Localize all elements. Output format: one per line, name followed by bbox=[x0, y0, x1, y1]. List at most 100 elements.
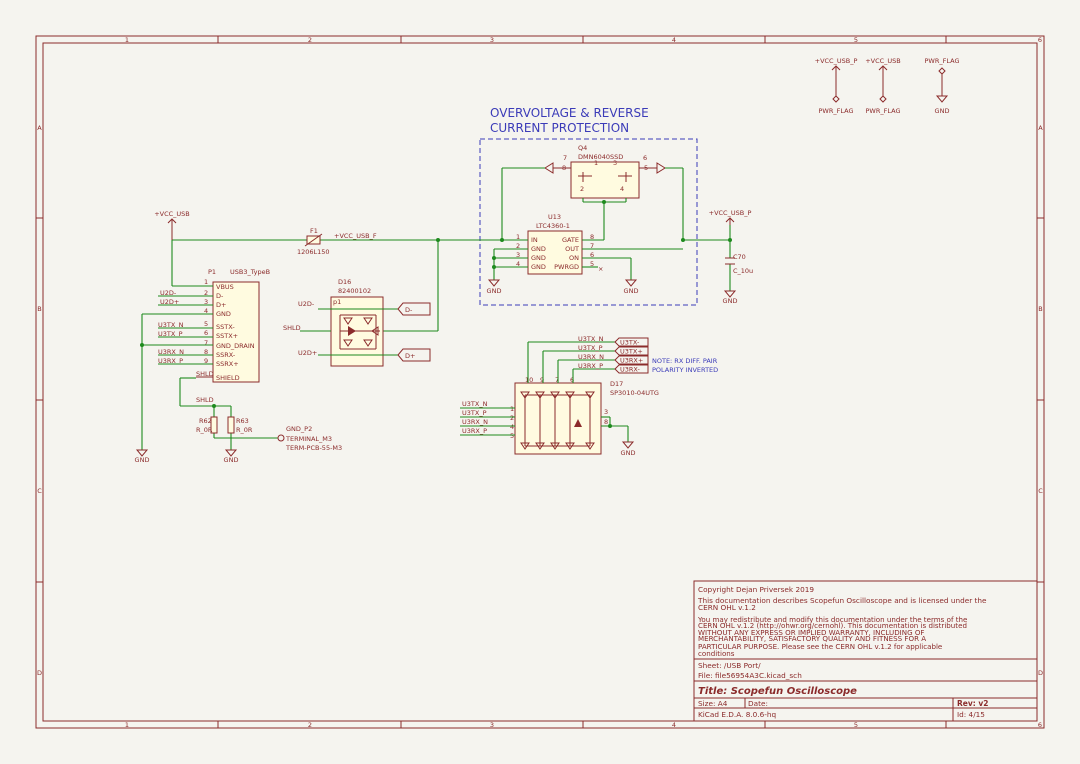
col-label: 5 bbox=[854, 36, 858, 44]
svg-text:U3RX+: U3RX+ bbox=[620, 357, 643, 365]
hier-label-d-plus[interactable]: D+ bbox=[397, 348, 431, 362]
q4-pin-arrow bbox=[544, 162, 554, 174]
gnd-symbol: GND bbox=[723, 290, 737, 305]
svg-text:U3TX_N: U3TX_N bbox=[578, 335, 604, 343]
power-flag-label: GND bbox=[935, 107, 950, 115]
svg-text:GND: GND bbox=[531, 245, 546, 253]
svg-text:OUT: OUT bbox=[565, 245, 579, 253]
svg-text:U3RX_P: U3RX_P bbox=[578, 362, 603, 370]
svg-text:5: 5 bbox=[510, 432, 514, 440]
svg-text:D17: D17 bbox=[610, 380, 623, 388]
net-vcc-usb-f: +VCC_USB_F bbox=[334, 232, 377, 240]
col-label: 2 bbox=[308, 36, 312, 44]
svg-text:GND: GND bbox=[487, 287, 502, 295]
svg-text:1: 1 bbox=[204, 278, 208, 286]
f1-fuse[interactable]: F1 1206L150 bbox=[297, 227, 330, 256]
svg-text:VBUS: VBUS bbox=[216, 283, 234, 291]
u13-ic[interactable]: U13 LTC4360-1 IN GND GND GND GATE OUT ON… bbox=[516, 213, 603, 275]
svg-text:6: 6 bbox=[643, 154, 647, 162]
svg-text:GND: GND bbox=[531, 263, 546, 271]
svg-text:U3TX_P: U3TX_P bbox=[578, 344, 603, 352]
hier-label-u3tx-minus[interactable]: U3TX- bbox=[614, 337, 649, 347]
f1-ref: F1 bbox=[310, 227, 318, 235]
row-label: C bbox=[1038, 487, 1043, 495]
p1-ref: P1 bbox=[208, 268, 216, 276]
svg-text:GND_DRAIN: GND_DRAIN bbox=[216, 342, 255, 350]
svg-text:R62: R62 bbox=[199, 417, 212, 425]
power-flag-vcc-usb-p[interactable]: +VCC_USB_P PWR_FLAG bbox=[815, 57, 858, 115]
gnd-symbol: GND bbox=[487, 279, 502, 295]
svg-text:3: 3 bbox=[604, 408, 608, 416]
r62-resistor[interactable]: R62 R_0R bbox=[196, 416, 218, 434]
terminal-m3[interactable]: GND_P2 TERMINAL_M3 TERM-PCB-55-M3 bbox=[277, 425, 342, 452]
col-label: 2 bbox=[308, 721, 312, 729]
svg-text:4: 4 bbox=[620, 185, 624, 193]
col-label: 3 bbox=[490, 721, 494, 729]
row-label: A bbox=[1038, 124, 1043, 132]
col-label: 1 bbox=[125, 36, 129, 44]
tb-sheet: Sheet: /USB Port/ bbox=[698, 661, 761, 670]
tb-date: Date: bbox=[748, 699, 768, 708]
q4-ref: Q4 bbox=[578, 144, 587, 152]
svg-text:D-: D- bbox=[405, 306, 413, 314]
d16-esd-diode[interactable]: D16 82400102 p1 U2D- SHLD U2D+ bbox=[283, 278, 384, 367]
svg-text:GND: GND bbox=[624, 287, 639, 295]
c70-capacitor[interactable]: C70 C_10u bbox=[725, 253, 753, 275]
q4-mosfet[interactable]: Q4 DMN6040SSD 7 8 1 2 3 4 6 5 bbox=[544, 144, 666, 199]
gnd-symbol: GND bbox=[135, 449, 149, 464]
svg-text:8: 8 bbox=[604, 418, 608, 426]
gnd-symbol: GND bbox=[621, 441, 635, 457]
svg-text:7: 7 bbox=[204, 339, 208, 347]
col-label: 6 bbox=[1038, 36, 1042, 44]
svg-text:SHIELD: SHIELD bbox=[216, 374, 240, 382]
q4-pin-arrow bbox=[656, 162, 666, 174]
col-label: 6 bbox=[1038, 721, 1042, 729]
shld-net-label: SHLD bbox=[196, 396, 214, 404]
power-vcc-usb-p[interactable]: +VCC_USB_P bbox=[709, 209, 752, 225]
u13-ref: U13 bbox=[548, 213, 561, 221]
svg-text:PWRGD: PWRGD bbox=[554, 263, 579, 271]
svg-text:U3RX_N: U3RX_N bbox=[578, 353, 604, 361]
top-net-labels: U3TX_N U3TX_P U3RX_N U3RX_P bbox=[578, 335, 604, 370]
svg-text:D+: D+ bbox=[216, 301, 226, 309]
col-label: 4 bbox=[672, 36, 676, 44]
svg-text:U3RX_P: U3RX_P bbox=[462, 427, 487, 435]
svg-text:D16: D16 bbox=[338, 278, 351, 286]
row-label: D bbox=[1038, 669, 1043, 677]
p1-usb3-connector[interactable]: P1 USB3_TypeB VBUS D- D+ GND SSTX- SSTX+… bbox=[158, 268, 270, 383]
power-flag-label: PWR_FLAG bbox=[819, 107, 854, 115]
hier-label-d-minus[interactable]: D- bbox=[397, 302, 431, 316]
svg-text:SSTX+: SSTX+ bbox=[216, 332, 238, 340]
hier-label-u3rx-plus[interactable]: U3RX+ bbox=[614, 355, 649, 365]
row-label: C bbox=[37, 487, 42, 495]
tb-notice: conditions bbox=[698, 649, 735, 658]
svg-text:IN: IN bbox=[531, 236, 538, 244]
power-flag-gnd[interactable]: PWR_FLAG GND bbox=[925, 57, 960, 115]
svg-text:SHLD: SHLD bbox=[283, 324, 301, 332]
svg-text:D-: D- bbox=[216, 292, 224, 300]
svg-text:5: 5 bbox=[204, 320, 208, 328]
svg-text:U3TX+: U3TX+ bbox=[620, 348, 643, 356]
svg-text:GND_P2: GND_P2 bbox=[286, 425, 312, 433]
svg-text:GATE: GATE bbox=[562, 236, 579, 244]
power-flag-vcc-usb[interactable]: +VCC_USB PWR_FLAG bbox=[865, 57, 901, 115]
power-vcc-usb[interactable]: +VCC_USB bbox=[154, 210, 190, 286]
hier-label-u3rx-minus[interactable]: U3RX- bbox=[614, 364, 649, 374]
protection-title-line1: OVERVOLTAGE & REVERSE bbox=[490, 106, 649, 120]
svg-text:p1: p1 bbox=[333, 298, 341, 306]
r63-resistor[interactable]: R63 R_0R bbox=[227, 416, 253, 434]
protection-section: OVERVOLTAGE & REVERSE CURRENT PROTECTION bbox=[479, 106, 698, 306]
tb-copyright: Copyright Dejan Priversek 2019 bbox=[698, 585, 814, 594]
tb-file: File: file56954A3C.kicad_sch bbox=[698, 671, 802, 680]
tb-tool: KiCad E.D.A. 8.0.6-hq bbox=[698, 710, 776, 719]
power-net-label: +VCC_USB bbox=[865, 57, 901, 65]
gnd-symbol: GND bbox=[624, 279, 639, 295]
svg-text:U3RX-: U3RX- bbox=[620, 366, 641, 374]
tb-license-2: CERN OHL v.1.2 bbox=[698, 603, 756, 612]
svg-text:GND: GND bbox=[216, 310, 231, 318]
svg-text:D+: D+ bbox=[405, 352, 415, 360]
hier-label-u3tx-plus[interactable]: U3TX+ bbox=[614, 346, 649, 356]
col-label: 1 bbox=[125, 721, 129, 729]
tb-rev: Rev: v2 bbox=[957, 699, 988, 708]
tb-title: Title: Scopefun Oscilloscope bbox=[698, 686, 857, 697]
